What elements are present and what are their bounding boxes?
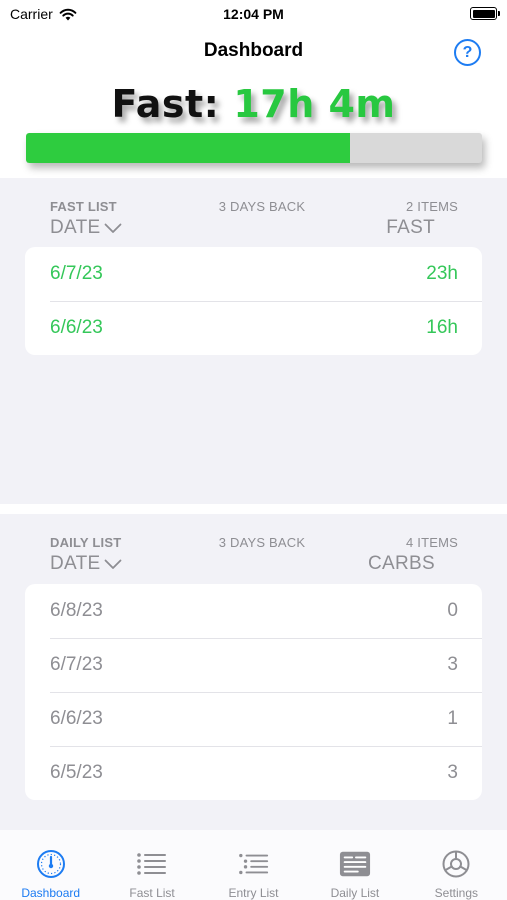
daily-list-row[interactable]: 6/6/23 1 (25, 692, 482, 746)
tab-fast-list[interactable]: Fast List (101, 830, 202, 900)
status-time: 12:04 PM (223, 6, 284, 22)
help-button[interactable]: ? (454, 39, 481, 66)
row-date: 6/7/23 (50, 654, 103, 675)
row-value: 1 (447, 708, 458, 729)
fast-list-sort-date[interactable]: DATE (50, 217, 122, 239)
fast-list-row[interactable]: 6/7/23 23h (25, 247, 482, 301)
chevron-down-icon (105, 223, 122, 233)
row-value: 16h (426, 317, 458, 338)
tab-settings[interactable]: Settings (406, 830, 507, 900)
indented-list-icon (238, 853, 268, 875)
page-title: Dashboard (203, 40, 304, 61)
fast-list-count: 2 ITEMS (406, 199, 458, 214)
fast-summary: Fast: 17h 4m (0, 82, 507, 126)
gauge-icon (36, 850, 65, 878)
daily-list-count: 4 ITEMS (406, 535, 458, 550)
row-date: 6/5/23 (50, 762, 103, 783)
fast-label: Fast: (111, 82, 220, 126)
row-value: 3 (447, 654, 458, 675)
fast-list-card: 6/7/23 23h 6/6/23 16h (25, 247, 482, 355)
tab-label: Dashboard (21, 886, 81, 900)
daily-list-card: 6/8/23 0 6/7/23 3 6/6/23 1 6/5/23 3 (25, 584, 482, 800)
row-date: 6/6/23 (50, 708, 103, 729)
daily-list-row[interactable]: 6/5/23 3 (25, 746, 482, 800)
fast-progress-bar (26, 133, 482, 163)
daily-list-row[interactable]: 6/8/23 0 (25, 584, 482, 638)
row-date: 6/8/23 (50, 600, 103, 621)
tab-bar: Dashboard Fast List Entry List Daily Lis… (0, 830, 507, 900)
row-value: 23h (426, 263, 458, 284)
gear-icon (442, 850, 470, 878)
daily-list-date-header: DATE (50, 553, 101, 574)
chevron-down-icon (105, 559, 122, 569)
battery-icon (470, 7, 500, 20)
daily-list-sort-date[interactable]: DATE (50, 553, 122, 575)
tab-daily-list[interactable]: Daily List (304, 830, 405, 900)
tab-label: Daily List (330, 886, 380, 900)
fast-list-section: FAST LIST 3 DAYS BACK 2 ITEMS DATE FAST … (0, 178, 507, 504)
fast-progress-fill (26, 133, 350, 163)
tab-label: Entry List (228, 886, 279, 900)
fast-list-row[interactable]: 6/6/23 16h (25, 301, 482, 355)
daily-list-section: DAILY LIST 3 DAYS BACK 4 ITEMS DATE CARB… (0, 514, 507, 830)
tab-dashboard[interactable]: Dashboard (0, 830, 101, 900)
status-bar: Carrier 12:04 PM (0, 0, 507, 30)
tab-label: Settings (434, 886, 478, 900)
daily-list-row[interactable]: 6/7/23 3 (25, 638, 482, 692)
doc-text-icon (339, 851, 370, 877)
question-icon: ? (462, 43, 473, 61)
list-icon (137, 853, 167, 875)
row-date: 6/7/23 (50, 263, 103, 284)
row-value: 3 (447, 762, 458, 783)
row-value: 0 (447, 600, 458, 621)
row-date: 6/6/23 (50, 317, 103, 338)
fast-list-value-header: FAST (386, 217, 435, 238)
tab-entry-list[interactable]: Entry List (203, 830, 304, 900)
daily-list-value-header: CARBS (368, 553, 435, 574)
fast-value: 17h 4m (233, 82, 396, 126)
tab-label: Fast List (129, 886, 175, 900)
fast-list-date-header: DATE (50, 217, 101, 238)
